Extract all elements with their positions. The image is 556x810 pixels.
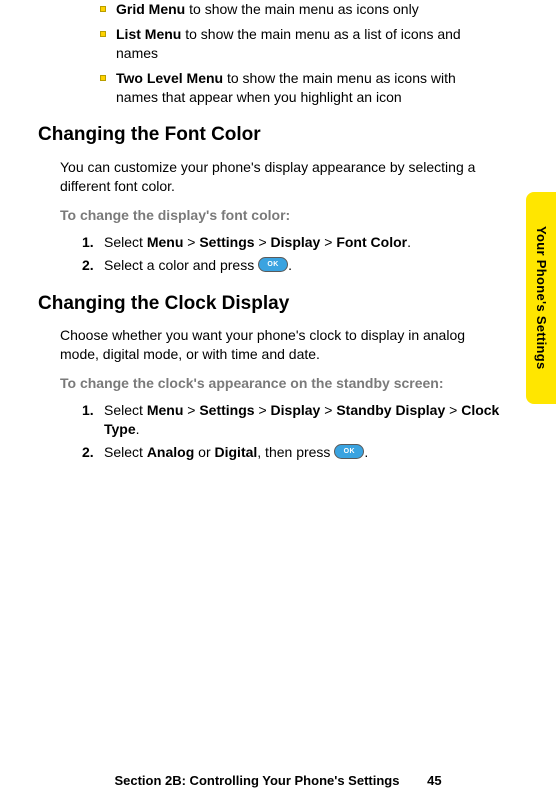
ordered-steps: 1. Select Menu > Settings > Display > St… [38,401,501,462]
bullet-text: Grid Menu to show the main menu as icons… [116,0,419,19]
page-number: 45 [427,773,441,788]
side-tab-label: Your Phone's Settings [532,226,550,370]
bullet-icon [100,6,106,12]
bullet-icon [100,75,106,81]
step-number: 2. [82,256,104,275]
page-footer: Section 2B: Controlling Your Phone's Set… [0,772,556,790]
step-item: 1. Select Menu > Settings > Display > St… [82,401,501,439]
step-item: 2. Select Analog or Digital, then press … [82,443,501,462]
ok-button-icon: OK [334,444,364,459]
heading-clock-display: Changing the Clock Display [38,291,501,317]
bullet-icon [100,31,106,37]
ordered-steps: 1. Select Menu > Settings > Display > Fo… [38,233,501,275]
list-item: Two Level Menu to show the main menu as … [100,69,501,107]
step-number: 1. [82,401,104,420]
instruction-label: To change the display's font color: [38,206,501,225]
bullet-list: Grid Menu to show the main menu as icons… [38,0,501,106]
side-tab: Your Phone's Settings [526,192,556,404]
step-item: 2. Select a color and press OK. [82,256,501,275]
step-number: 2. [82,443,104,462]
ok-button-icon: OK [258,257,288,272]
step-number: 1. [82,233,104,252]
paragraph: You can customize your phone's display a… [38,158,501,196]
step-item: 1. Select Menu > Settings > Display > Fo… [82,233,501,252]
footer-title: Section 2B: Controlling Your Phone's Set… [114,773,399,788]
paragraph: Choose whether you want your phone's clo… [38,326,501,364]
list-item: List Menu to show the main menu as a lis… [100,25,501,63]
heading-font-color: Changing the Font Color [38,122,501,148]
step-body: Select Menu > Settings > Display > Stand… [104,401,501,439]
step-body: Select a color and press OK. [104,256,501,275]
bullet-text: List Menu to show the main menu as a lis… [116,25,481,63]
instruction-label: To change the clock's appearance on the … [38,374,501,393]
step-body: Select Menu > Settings > Display > Font … [104,233,501,252]
step-body: Select Analog or Digital, then press OK. [104,443,501,462]
bullet-text: Two Level Menu to show the main menu as … [116,69,481,107]
list-item: Grid Menu to show the main menu as icons… [100,0,501,19]
